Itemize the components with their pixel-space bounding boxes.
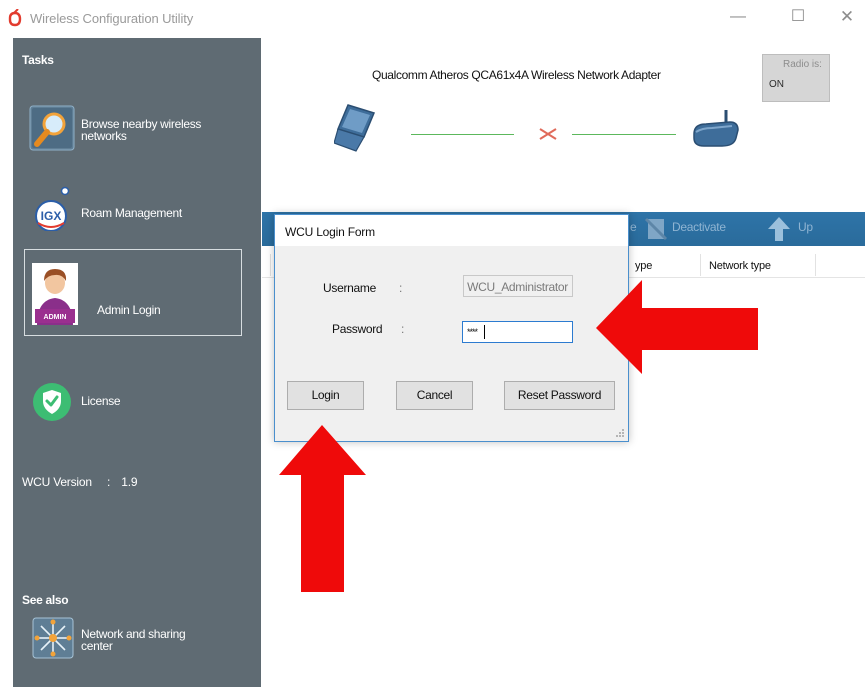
see-also-heading: See also — [22, 593, 69, 607]
minimize-button[interactable]: — — [720, 4, 756, 30]
version-separator: : — [106, 475, 111, 489]
toolbar-partial-label: e — [630, 220, 637, 234]
title-bar: Wireless Configuration Utility — ☐ ✕ — [0, 0, 865, 36]
admin-badge-text: ADMIN — [44, 314, 67, 321]
deactivate-icon — [642, 217, 670, 244]
column-separator — [270, 254, 271, 276]
tasks-heading: Tasks — [22, 53, 54, 67]
sidebar: Tasks Browse nearby wireless networks IG… — [13, 38, 261, 687]
login-button[interactable]: Login — [287, 381, 364, 410]
reset-password-button[interactable]: Reset Password — [504, 381, 615, 410]
close-button[interactable]: ✕ — [829, 4, 865, 30]
svg-text:IGX: IGX — [41, 209, 62, 223]
admin-avatar-icon: ADMIN — [32, 263, 78, 325]
username-value: WCU_Administrator — [467, 280, 568, 294]
column-separator — [815, 254, 816, 276]
red-arrow-left-icon — [596, 280, 758, 374]
resize-grip-icon[interactable] — [615, 428, 625, 438]
up-arrow-icon — [767, 216, 791, 245]
text-caret — [484, 325, 485, 339]
dialog-titlebar: WCU Login Form — [275, 215, 628, 246]
version-info: WCU Version : 1.9 — [22, 475, 138, 489]
password-field[interactable]: **** — [462, 321, 573, 343]
browse-magnifier-icon — [29, 105, 75, 151]
dialog-title: WCU Login Form — [285, 225, 375, 239]
shield-check-icon — [33, 383, 71, 421]
password-colon: : — [401, 322, 405, 336]
sidebar-item-license[interactable]: License — [25, 382, 249, 422]
radio-status-label: Radio is: — [783, 59, 822, 70]
password-mask: **** — [467, 327, 478, 337]
window-title: Wireless Configuration Utility — [30, 11, 194, 26]
deactivate-button[interactable]: Deactivate — [672, 220, 726, 234]
sidebar-item-label: License — [81, 394, 121, 408]
username-colon: : — [399, 281, 403, 295]
laptop-icon — [334, 104, 376, 152]
radio-status-box[interactable]: Radio is: ON — [762, 54, 830, 102]
column-separator — [700, 254, 701, 276]
column-header-network-type[interactable]: Network type — [709, 260, 771, 272]
sidebar-item-roam-management[interactable]: IGX Roam Management — [25, 185, 249, 231]
sidebar-item-admin-login[interactable]: ADMIN Admin Login — [24, 249, 242, 336]
maximize-button[interactable]: ☐ — [780, 4, 816, 30]
username-field[interactable]: WCU_Administrator — [463, 275, 573, 297]
network-hub-icon — [32, 617, 74, 659]
link-label: center — [81, 639, 113, 653]
igx-roam-logo-icon: IGX — [35, 186, 70, 231]
radio-status-value: ON — [769, 79, 784, 90]
username-label: Username — [323, 281, 376, 295]
password-label: Password — [332, 322, 383, 336]
disconnected-x-icon — [539, 128, 557, 140]
version-value: 1.9 — [121, 475, 138, 489]
adapter-name: Qualcomm Atheros QCA61x4A Wireless Netwo… — [372, 68, 661, 82]
red-arrow-up-icon — [279, 425, 366, 592]
sidebar-item-label: Admin Login — [97, 303, 161, 317]
sidebar-item-label: Roam Management — [81, 206, 182, 220]
login-dialog: WCU Login Form Username : WCU_Administra… — [274, 214, 629, 442]
sidebar-item-label: networks — [81, 129, 127, 143]
router-icon — [693, 110, 739, 147]
version-label: WCU Version — [22, 475, 92, 489]
network-sharing-center-link[interactable]: Network and sharing center — [25, 617, 249, 663]
link-line-right — [572, 134, 676, 135]
column-header-type[interactable]: ype — [635, 260, 652, 272]
app-logo-icon — [8, 9, 22, 27]
up-button[interactable]: Up — [798, 220, 813, 234]
sidebar-item-browse-networks[interactable]: Browse nearby wireless networks — [25, 105, 249, 151]
cancel-button[interactable]: Cancel — [396, 381, 473, 410]
link-line-left — [411, 134, 514, 135]
